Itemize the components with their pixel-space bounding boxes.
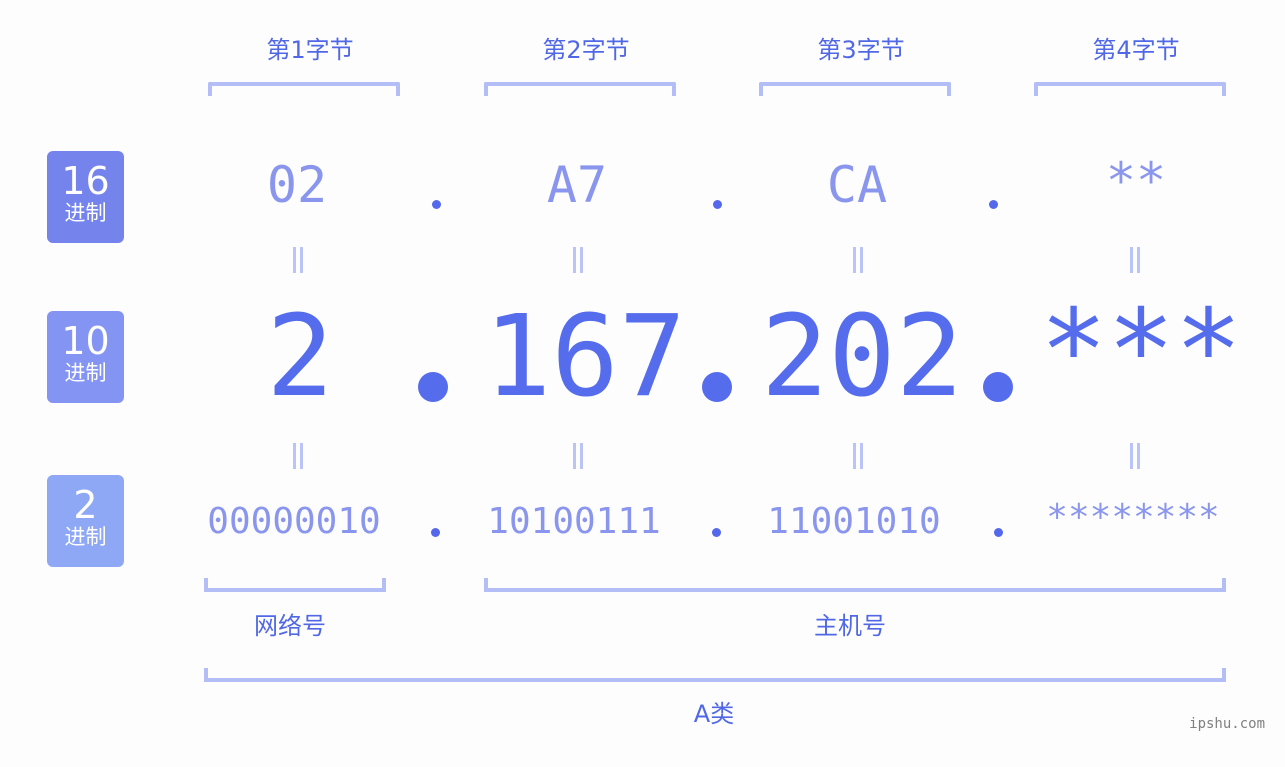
- hex-separator-dot: [432, 200, 441, 209]
- badge-hex-unit: 进制: [64, 201, 107, 225]
- hex-byte-4: **: [1105, 152, 1167, 210]
- byte-label-2: 第2字节: [542, 36, 630, 64]
- bin-separator-dot: [431, 528, 440, 537]
- badge-hex-base: 16: [61, 159, 110, 203]
- hex-separator-dot: [989, 200, 998, 209]
- badge-binary: 2 进制: [47, 475, 124, 567]
- byte-bracket-2: [484, 82, 676, 96]
- badge-binary-base: 2: [73, 483, 98, 527]
- equals-icon: [573, 247, 583, 273]
- dec-separator-dot: [983, 372, 1013, 402]
- network-label: 网络号: [254, 612, 326, 640]
- dec-byte-4: ***: [1039, 286, 1243, 416]
- hex-separator-dot: [713, 200, 722, 209]
- byte-bracket-1: [208, 82, 400, 96]
- equals-icon: [573, 443, 583, 469]
- equals-icon: [293, 247, 303, 273]
- badge-decimal-unit: 进制: [64, 361, 107, 385]
- dec-byte-3: 202: [760, 292, 964, 422]
- bin-byte-1: 00000010: [207, 501, 381, 542]
- bin-separator-dot: [712, 528, 721, 537]
- equals-icon: [293, 443, 303, 469]
- dec-byte-2: 167: [483, 292, 687, 422]
- equals-icon: [853, 443, 863, 469]
- class-bracket: [204, 668, 1226, 682]
- badge-hex: 16 进制: [47, 151, 124, 243]
- equals-icon: [1130, 443, 1140, 469]
- class-label: A类: [693, 700, 735, 728]
- bin-byte-4: ********: [1046, 497, 1220, 538]
- byte-bracket-4: [1034, 82, 1226, 96]
- bin-separator-dot: [994, 528, 1003, 537]
- byte-label-4: 第4字节: [1092, 36, 1180, 64]
- hex-byte-2: A7: [546, 156, 608, 214]
- byte-label-3: 第3字节: [817, 36, 905, 64]
- dec-separator-dot: [418, 372, 448, 402]
- bin-byte-2: 10100111: [487, 501, 661, 542]
- byte-bracket-3: [759, 82, 951, 96]
- watermark: ipshu.com: [1189, 716, 1265, 732]
- hex-byte-3: CA: [826, 156, 888, 214]
- network-bracket: [204, 578, 386, 592]
- host-label: 主机号: [814, 612, 886, 640]
- equals-icon: [1130, 247, 1140, 273]
- dec-byte-1: 2: [266, 292, 334, 422]
- badge-decimal: 10 进制: [47, 311, 124, 403]
- badge-binary-unit: 进制: [64, 525, 107, 549]
- badge-decimal-base: 10: [61, 319, 110, 363]
- hex-byte-1: 02: [266, 156, 328, 214]
- host-bracket: [484, 578, 1226, 592]
- bin-byte-3: 11001010: [767, 501, 941, 542]
- dec-separator-dot: [702, 372, 732, 402]
- equals-icon: [853, 247, 863, 273]
- byte-label-1: 第1字节: [266, 36, 354, 64]
